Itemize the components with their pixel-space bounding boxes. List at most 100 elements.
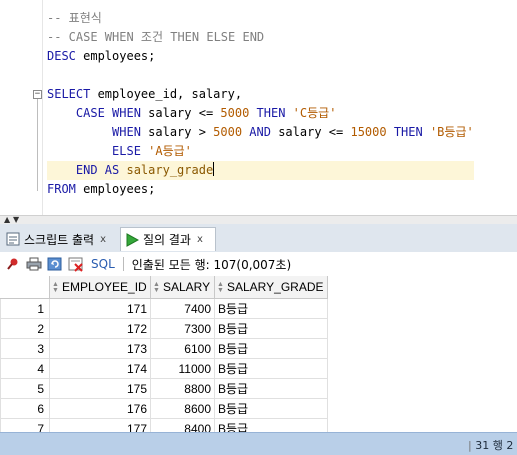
code-line[interactable]: ELSE 'A등급' xyxy=(47,142,474,161)
table-row[interactable]: 3 173 6100 B등급 xyxy=(0,338,328,359)
row-number[interactable]: 7 xyxy=(0,418,50,432)
text-caret xyxy=(213,162,215,176)
code-token: SELECT xyxy=(47,87,91,101)
table-row[interactable]: 4 174 11000 B등급 xyxy=(0,358,328,379)
cell-employee-id[interactable]: 177 xyxy=(49,418,151,432)
cell-salary[interactable]: 6100 xyxy=(150,338,215,359)
table-row[interactable]: 2 172 7300 B등급 xyxy=(0,318,328,339)
cell-salary-grade[interactable]: B등급 xyxy=(214,318,328,339)
code-token: 5000 xyxy=(220,106,250,120)
cell-salary-grade[interactable]: B등급 xyxy=(214,378,328,399)
code-token: AND xyxy=(242,125,271,139)
fetch-status-text: 인출된 모든 행: 107(0,007초) xyxy=(131,257,292,272)
code-line[interactable]: END AS salary_grade xyxy=(47,161,474,180)
cell-salary-grade[interactable]: B등급 xyxy=(214,338,328,359)
cell-employee-id[interactable]: 175 xyxy=(49,378,151,399)
table-row[interactable]: 6 176 8600 B등급 xyxy=(0,398,328,419)
column-header-employee-id[interactable]: ▲ ▼ EMPLOYEE_ID xyxy=(49,276,151,299)
cell-employee-id[interactable]: 171 xyxy=(49,298,151,319)
splitter-up-arrow-icon[interactable]: ▲ xyxy=(4,215,10,224)
row-number[interactable]: 5 xyxy=(0,378,50,399)
editor-gutter xyxy=(0,0,32,215)
status-bar: | 31 행 2 xyxy=(0,432,517,455)
cell-salary-grade[interactable]: B등급 xyxy=(214,418,328,432)
column-header-salary[interactable]: ▲ ▼ SALARY xyxy=(150,276,215,299)
code-token: salary_grade xyxy=(126,163,214,177)
row-number[interactable]: 1 xyxy=(0,298,50,319)
pin-icon[interactable] xyxy=(5,256,21,272)
code-token: WHEN xyxy=(104,106,141,120)
cell-employee-id[interactable]: 174 xyxy=(49,358,151,379)
code-line[interactable]: -- 표현식 xyxy=(47,9,474,28)
print-icon[interactable] xyxy=(26,256,42,272)
cell-salary[interactable]: 7300 xyxy=(150,318,215,339)
cell-employee-id[interactable]: 176 xyxy=(49,398,151,419)
code-line[interactable]: FROM employees; xyxy=(47,180,474,199)
cursor-position-status: | 31 행 2 xyxy=(468,439,514,452)
result-toolbar: SQL 인출된 모든 행: 107(0,007초) xyxy=(0,252,517,276)
close-icon[interactable]: x xyxy=(100,234,106,245)
code-token: DESC xyxy=(47,49,76,63)
sql-editor[interactable]: − -- 표현식 -- CASE WHEN 조건 THEN ELSE END DES… xyxy=(0,0,517,215)
code-line[interactable]: DESC employees; xyxy=(47,47,474,66)
gutter-divider xyxy=(42,0,43,215)
close-icon[interactable]: x xyxy=(197,234,203,245)
row-number[interactable]: 3 xyxy=(0,338,50,359)
cell-salary-grade[interactable]: B등급 xyxy=(214,358,328,379)
toolbar-divider xyxy=(122,257,124,271)
cell-employee-id[interactable]: 173 xyxy=(49,338,151,359)
fold-range-line xyxy=(37,99,38,191)
splitter-down-arrow-icon[interactable]: ▼ xyxy=(13,215,19,224)
table-row[interactable]: 5 175 8800 B등급 xyxy=(0,378,328,399)
code-token: THEN xyxy=(249,106,286,120)
cell-employee-id[interactable]: 172 xyxy=(49,318,151,339)
code-token: 5000 xyxy=(213,125,243,139)
row-number[interactable]: 2 xyxy=(0,318,50,339)
code-token: salary <= xyxy=(140,106,221,120)
cell-salary[interactable]: 11000 xyxy=(150,358,215,379)
code-token: THEN xyxy=(386,125,423,139)
code-token: employees; xyxy=(75,182,156,196)
code-line[interactable]: WHEN salary > 5000 AND salary <= 15000 T… xyxy=(47,123,474,142)
cell-salary-grade[interactable]: B등급 xyxy=(214,398,328,419)
cell-salary[interactable]: 8800 xyxy=(150,378,215,399)
code-line[interactable]: -- CASE WHEN 조건 THEN ELSE END xyxy=(47,28,474,47)
cell-salary[interactable]: 8400 xyxy=(150,418,215,432)
code-token: ELSE xyxy=(47,144,141,158)
row-number[interactable]: 6 xyxy=(0,398,50,419)
code-line[interactable]: CASE WHEN salary <= 5000 THEN 'C등급' xyxy=(47,104,474,123)
row-number[interactable]: 4 xyxy=(0,358,50,379)
sort-icon: ▲ ▼ xyxy=(153,280,160,294)
output-tabbar: 스크립트 출력 x 질의 결과 x xyxy=(0,224,517,253)
sort-icon: ▲ ▼ xyxy=(217,280,224,294)
cell-salary[interactable]: 8600 xyxy=(150,398,215,419)
code-token: salary > xyxy=(140,125,214,139)
code-token: END AS xyxy=(47,163,120,177)
code-token: employee_id, salary, xyxy=(90,87,243,101)
table-row[interactable]: 1 171 7400 B등급 xyxy=(0,298,328,319)
script-output-icon xyxy=(6,232,20,246)
table-row[interactable]: 7 177 8400 B등급 xyxy=(0,418,328,432)
tab-query-result[interactable]: 질의 결과 x xyxy=(120,227,216,251)
code-token: employees; xyxy=(75,49,156,63)
code-token: 15000 xyxy=(350,125,387,139)
fold-toggle-icon[interactable]: − xyxy=(33,90,42,99)
refresh-icon[interactable] xyxy=(47,256,63,272)
code-token: salary <= xyxy=(270,125,351,139)
code-token: 'B등급' xyxy=(429,125,474,139)
run-triangle-icon xyxy=(126,232,139,247)
code-token: WHEN xyxy=(47,125,141,139)
tab-script-output[interactable]: 스크립트 출력 x xyxy=(2,227,118,251)
sql-button[interactable]: SQL xyxy=(91,257,115,271)
column-header-salary-grade[interactable]: ▲ ▼ SALARY_GRADE xyxy=(214,276,328,299)
code-area[interactable]: -- 표현식 -- CASE WHEN 조건 THEN ELSE END DESC … xyxy=(47,9,474,199)
code-line[interactable] xyxy=(47,66,474,85)
result-grid[interactable]: ▲ ▼ EMPLOYEE_ID ▲ ▼ SALARY ▲ ▼ SALARY_GRADE 11… xyxy=(0,276,517,432)
cell-salary-grade[interactable]: B등급 xyxy=(214,298,328,319)
code-token: 'A등급' xyxy=(148,144,192,158)
cell-salary[interactable]: 7400 xyxy=(150,298,215,319)
code-line[interactable]: SELECT employee_id, salary, xyxy=(47,85,474,104)
clear-icon[interactable] xyxy=(68,256,84,272)
